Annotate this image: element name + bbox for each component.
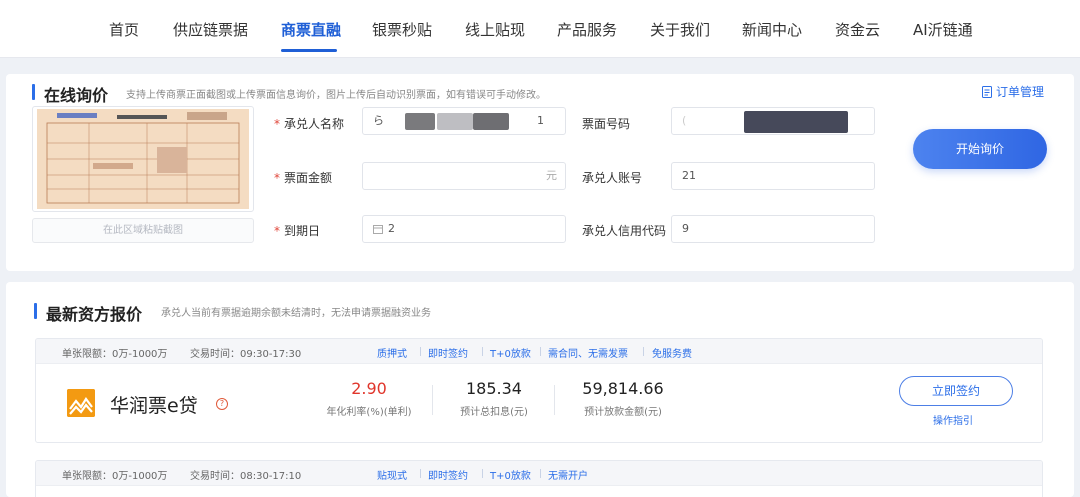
quotes-description: 承兑人当前有票据逾期余额未结清时，无法申请票据融资业务	[161, 308, 431, 319]
redacted-block	[437, 113, 473, 130]
loan-amount: 59,814.66	[582, 379, 664, 398]
trade-hours: 交易时间：08:30-17:10	[190, 471, 302, 482]
acceptor-name-label: * 承兑人名称	[274, 117, 345, 131]
brand-name: 华润票e贷	[110, 395, 198, 417]
quotes-title: 最新资方报价	[46, 305, 143, 324]
offer-tag: 即时签约	[428, 471, 468, 482]
nav-fund-cloud[interactable]: 资金云	[835, 19, 880, 40]
nav-active-underline	[281, 49, 337, 52]
offer-tag: 即时签约	[428, 349, 468, 360]
amount-unit: 元	[546, 169, 557, 182]
acceptor-account-input[interactable]: 21	[671, 162, 875, 190]
help-icon[interactable]: ?	[216, 398, 228, 410]
offer-tag: 质押式	[377, 349, 407, 360]
order-management-link[interactable]: 订单管理	[982, 83, 1044, 100]
top-nav: 首页 供应链票据 商票直融 银票秒贴 线上贴现 产品服务 关于我们 新闻中心 资…	[0, 0, 1080, 58]
nav-ai-yilian[interactable]: AI沂链通	[913, 19, 973, 40]
bill-image-upload[interactable]	[32, 106, 254, 212]
online-inquiry-card: 在线询价 支持上传商票正面截图或上传票面信息询价，图片上传后自动识别票面，如有错…	[6, 74, 1074, 271]
paste-screenshot-area[interactable]: 在此区域粘贴截图	[32, 218, 254, 243]
order-management-label: 订单管理	[996, 85, 1045, 99]
calendar-icon	[373, 225, 383, 234]
nav-home[interactable]: 首页	[109, 19, 139, 40]
amount-input[interactable]: 元	[362, 162, 566, 190]
inquiry-title: 在线询价	[44, 86, 109, 105]
bill-image-preview	[37, 109, 249, 209]
huarun-logo	[67, 389, 95, 417]
annual-rate-label: 年化利率(%)(单利)	[326, 407, 412, 418]
nav-online-discount[interactable]: 线上贴现	[465, 19, 525, 40]
quote-offer: 单张限额：0万-1000万 交易时间：08:30-17:10 贴现式 即时签约 …	[35, 460, 1043, 497]
inquiry-description: 支持上传商票正面截图或上传票面信息询价，图片上传后自动识别票面，如有错误可手动修…	[126, 90, 546, 101]
offer-header: 单张限额：0万-1000万 交易时间：08:30-17:10 贴现式 即时签约 …	[36, 461, 1042, 486]
offer-header: 单张限额：0万-1000万 交易时间：09:30-17:30 质押式 即时签约 …	[36, 339, 1042, 364]
operation-guide-link[interactable]: 操作指引	[933, 412, 973, 427]
credit-code-input[interactable]: 9	[671, 215, 875, 243]
section-marker	[34, 303, 37, 319]
single-limit: 单张限额：0万-1000万	[62, 349, 168, 360]
offer-tag: 免服务费	[652, 349, 692, 360]
acceptor-account-label: 承兑人账号	[582, 171, 643, 185]
offer-tag: T+0放款	[490, 471, 531, 482]
nav-commercial-bill-financing[interactable]: 商票直融	[281, 19, 341, 40]
offer-tag: T+0放款	[490, 349, 531, 360]
sign-now-button[interactable]: 立即签约	[899, 376, 1013, 406]
redacted-block	[405, 113, 435, 130]
loan-amount-label: 预计放款金额(元)	[584, 407, 662, 418]
quote-offer: 单张限额：0万-1000万 交易时间：09:30-17:30 质押式 即时签约 …	[35, 338, 1043, 443]
redacted-block	[744, 111, 848, 133]
total-interest-label: 预计总扣息(元)	[460, 407, 528, 418]
due-date-label: * 到期日	[274, 224, 321, 238]
nav-news[interactable]: 新闻中心	[742, 19, 802, 40]
single-limit: 单张限额：0万-1000万	[62, 471, 168, 482]
amount-label: * 票面金额	[274, 171, 333, 185]
bill-number-label: 票面号码	[582, 117, 631, 131]
nav-supply-chain-bill[interactable]: 供应链票据	[173, 19, 248, 40]
total-interest: 185.34	[466, 379, 522, 398]
acceptor-name-input[interactable]: ら 1	[362, 107, 566, 135]
nav-products[interactable]: 产品服务	[557, 19, 617, 40]
start-inquiry-button[interactable]: 开始询价	[913, 129, 1047, 169]
offer-tag: 无需开户	[548, 471, 588, 482]
trade-hours: 交易时间：09:30-17:30	[190, 349, 302, 360]
redacted-block	[473, 113, 509, 130]
annual-rate: 2.90	[351, 379, 387, 398]
offer-tag: 贴现式	[377, 471, 407, 482]
nav-bank-bill-discount[interactable]: 银票秒贴	[372, 19, 432, 40]
document-icon	[982, 85, 992, 98]
offer-tag: 需合同、无需发票	[548, 349, 628, 360]
nav-about[interactable]: 关于我们	[650, 19, 710, 40]
latest-quotes-card: 最新资方报价 承兑人当前有票据逾期余额未结清时，无法申请票据融资业务 单张限额：…	[6, 282, 1074, 497]
bill-number-input[interactable]: (	[671, 107, 875, 135]
credit-code-label: 承兑人信用代码	[582, 224, 667, 238]
due-date-input[interactable]: 2	[362, 215, 566, 243]
section-marker	[32, 84, 35, 100]
